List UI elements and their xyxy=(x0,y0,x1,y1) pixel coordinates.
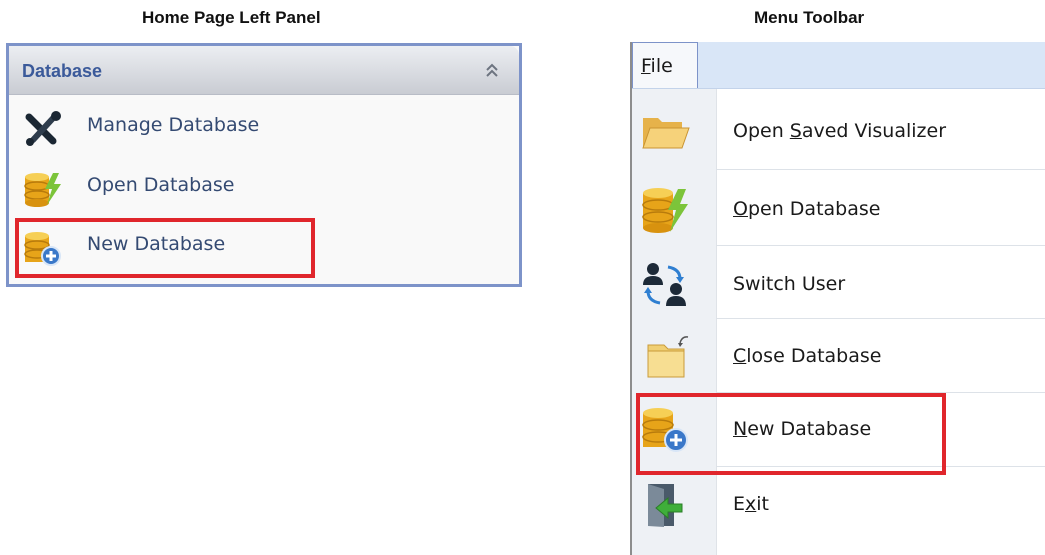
menu-item-switch-user[interactable]: Switch User xyxy=(632,249,1045,321)
double-chevron-up-icon[interactable] xyxy=(485,62,499,78)
menu-item-label: Open Saved Visualizer xyxy=(733,120,947,142)
file-menu: File Open Saved Visualizer Open Database xyxy=(630,42,1045,555)
menu-item-label: Switch User xyxy=(733,273,846,295)
database-lightning-icon xyxy=(640,186,690,234)
menu-item-exit[interactable]: Exit xyxy=(632,469,1045,541)
menu-item-open-database[interactable]: Open Database xyxy=(632,174,1045,246)
panel-item-manage-database[interactable]: Manage Database xyxy=(9,101,519,157)
caption-menu-toolbar: Menu Toolbar xyxy=(754,8,865,27)
folder-close-icon xyxy=(640,333,690,381)
switch-user-icon xyxy=(640,261,690,309)
menu-separator xyxy=(716,169,1045,170)
menu-bar: File xyxy=(632,42,1045,89)
menu-item-label: Open Database xyxy=(733,198,881,220)
folder-open-icon xyxy=(640,108,690,156)
panel-item-open-database[interactable]: Open Database xyxy=(9,161,519,217)
exit-door-icon xyxy=(640,481,690,529)
menu-item-close-database[interactable]: Close Database xyxy=(632,321,1045,393)
menu-separator xyxy=(716,318,1045,319)
menu-item-label: Exit xyxy=(733,493,769,515)
menu-item-open-saved-visualizer[interactable]: Open Saved Visualizer xyxy=(632,96,1045,168)
panel-item-label: Open Database xyxy=(87,174,235,196)
panel-title: Database xyxy=(22,61,103,81)
wrench-screwdriver-icon xyxy=(23,111,63,147)
caption-home-page-left-panel: Home Page Left Panel xyxy=(142,8,321,27)
panel-item-label: Manage Database xyxy=(87,114,260,136)
menu-item-label: Close Database xyxy=(733,345,882,367)
file-menu-tab[interactable]: File xyxy=(632,42,698,88)
database-lightning-icon xyxy=(23,171,63,207)
file-tab-label: File xyxy=(641,55,673,77)
highlight-box-left xyxy=(15,218,315,278)
menu-separator xyxy=(716,245,1045,246)
database-panel-header[interactable]: Database xyxy=(9,46,519,95)
highlight-box-right xyxy=(636,393,946,475)
database-panel: Database Manage Database Open Database N… xyxy=(6,43,522,287)
